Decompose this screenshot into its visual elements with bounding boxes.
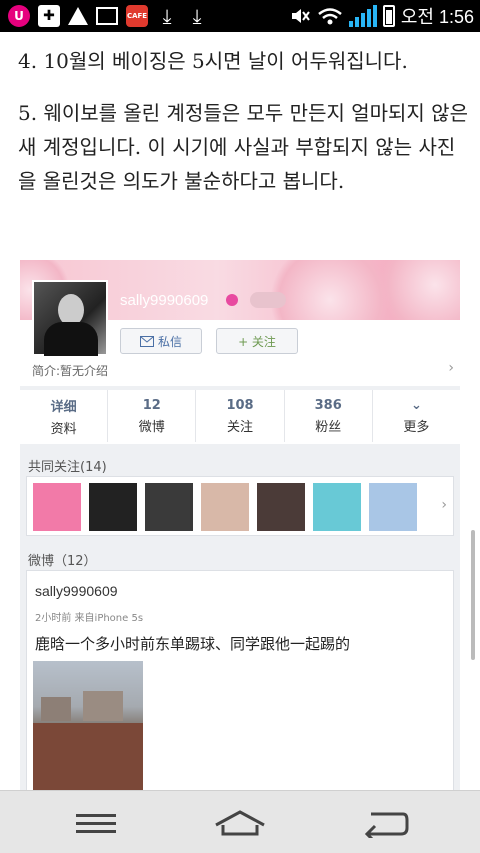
stat-label: 微博: [138, 419, 165, 435]
scrollbar[interactable]: [471, 530, 475, 660]
article-paragraph: 5. 웨이보를 올린 계정들은 모두 만든지 얼마되지 않은 새 계정입니다. …: [18, 101, 468, 193]
home-icon: [215, 810, 265, 836]
common-follow-avatar[interactable]: [145, 483, 193, 531]
download-icon: ⤓: [192, 4, 202, 28]
back-button[interactable]: [354, 803, 414, 843]
common-follow-avatar[interactable]: [89, 483, 137, 531]
common-follow-list: ›: [26, 476, 454, 536]
cafe-app-icon: CAFE: [126, 5, 148, 27]
stat-value: 108: [226, 397, 254, 413]
download-icon: ⤓: [162, 4, 172, 28]
signal-icon: [348, 5, 377, 27]
profile-stats: 详细 资料 12 微博 108 关注 386 粉丝 ⌄ 更多: [20, 390, 460, 442]
image-icon: [96, 7, 118, 25]
stat-more[interactable]: ⌄ 更多: [373, 390, 460, 442]
back-icon: [364, 812, 409, 838]
common-follow-avatar[interactable]: [33, 483, 81, 531]
follow-button[interactable]: + 关注: [216, 328, 298, 354]
post-text: 鹿晗一个多小时前东单踢球、同学跟他一起踢的: [35, 635, 351, 653]
warning-icon: [68, 7, 88, 25]
stat-followers[interactable]: 386 粉丝: [285, 390, 373, 442]
chevron-right-icon[interactable]: ›: [441, 497, 447, 513]
weibo-section-title: 微博（12）: [28, 554, 97, 569]
common-follow-avatar[interactable]: [313, 483, 361, 531]
chevron-down-icon: ⌄: [410, 397, 422, 413]
stat-value: 386: [314, 397, 342, 413]
common-follow-avatar[interactable]: [201, 483, 249, 531]
profile-username: sally9990609: [120, 292, 209, 309]
article-paragraph: 4. 10월의 베이징은 5시면 날이 어두워집니다.: [18, 49, 408, 73]
stat-details[interactable]: 详细 资料: [20, 390, 109, 442]
post-photo[interactable]: [33, 661, 143, 791]
cafe-label: CAFE: [126, 12, 148, 20]
post-username: sally9990609: [35, 583, 118, 599]
common-follow-avatar[interactable]: [369, 483, 417, 531]
battery-icon: [382, 5, 395, 27]
mail-icon: [139, 335, 154, 347]
clock-time: 오전 1:56: [400, 7, 474, 27]
menu-icon: [76, 814, 116, 833]
navigation-bar: [0, 790, 480, 853]
weibo-post[interactable]: sally9990609 2小时前 来自iPhone 5s 鹿晗一个多小时前东单…: [26, 570, 454, 800]
u-plus-icon: U: [8, 5, 30, 27]
follow-button-label: + 关注: [238, 334, 276, 349]
embedded-weibo-screenshot[interactable]: sally9990609 私信 + 关注 简介:暂无介绍 › 详细 资料 12 …: [20, 260, 460, 800]
stat-weibo[interactable]: 12 微博: [108, 390, 197, 442]
stat-label: 更多: [403, 419, 430, 435]
level-badge-icon: [250, 292, 286, 308]
avatar: [32, 280, 108, 356]
article-body: 4. 10월의 베이징은 5시면 날이 어두워집니다. 5. 웨이보를 올린 계…: [18, 32, 468, 198]
mute-icon: [291, 9, 310, 23]
vip-badge-icon: [226, 294, 238, 306]
stat-value: 详细: [50, 399, 77, 415]
post-meta: 2小时前 来自iPhone 5s: [35, 613, 144, 624]
chevron-right-icon[interactable]: ›: [448, 360, 454, 376]
profile-intro: 简介:暂无介绍: [32, 364, 109, 378]
status-bar: U ✚ CAFE ⤓ ⤓ 오전 1:56: [0, 0, 480, 32]
common-follow-title: 共同关注(14): [28, 460, 107, 475]
message-button-label: 私信: [157, 334, 182, 349]
menu-button[interactable]: [66, 803, 126, 843]
plus-box-icon: ✚: [38, 5, 60, 27]
wifi-icon: [318, 8, 342, 25]
stat-value: 12: [142, 397, 161, 413]
stat-label: 资料: [50, 421, 77, 437]
message-button[interactable]: 私信: [120, 328, 202, 354]
home-button[interactable]: [210, 803, 270, 843]
u-plus-label: U: [14, 9, 24, 23]
stat-label: 关注: [227, 419, 254, 435]
status-bar-right: 오전 1:56: [289, 0, 474, 32]
common-follow-avatar[interactable]: [257, 483, 305, 531]
stat-label: 粉丝: [315, 419, 342, 435]
stat-following[interactable]: 108 关注: [196, 390, 285, 442]
